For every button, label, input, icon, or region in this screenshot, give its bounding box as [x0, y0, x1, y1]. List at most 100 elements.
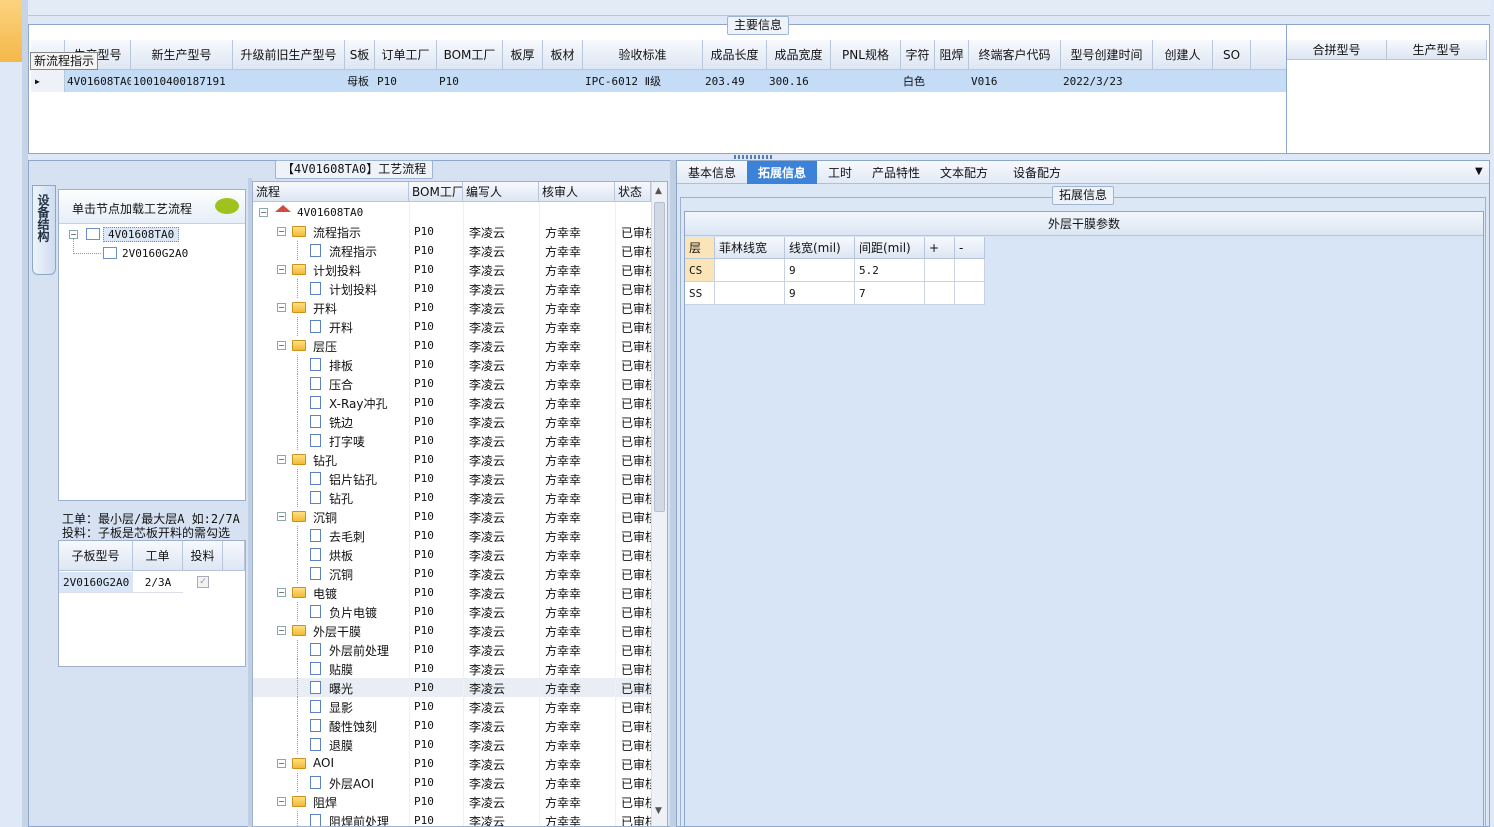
flow-row[interactable]: 计划投料 P10 李凌云 方幸幸 已审核 — [253, 279, 651, 298]
flow-row[interactable]: 退膜 P10 李凌云 方幸幸 已审核 — [253, 735, 651, 754]
flow-row[interactable]: − 开料 P10 李凌云 方幸幸 已审核 — [253, 298, 651, 317]
flow-row[interactable]: 烘板 P10 李凌云 方幸幸 已审核 — [253, 545, 651, 564]
param-cell[interactable]: 7 — [855, 282, 925, 305]
collapse-icon[interactable]: − — [277, 227, 286, 236]
flow-row[interactable]: X-Ray冲孔 P10 李凌云 方幸幸 已审核 — [253, 393, 651, 412]
col-header[interactable]: 验收标准 — [583, 40, 703, 70]
col-header[interactable]: 字符 — [901, 40, 935, 70]
flow-col-header[interactable]: 状态 — [615, 182, 651, 202]
feeding-checkbox[interactable]: ✓ — [197, 576, 209, 588]
flow-step-name[interactable]: 烘板 — [329, 547, 353, 564]
work-order-cell[interactable]: 2/3A — [133, 572, 183, 593]
flow-step-name[interactable]: 流程指示 — [329, 243, 377, 260]
scroll-down-icon[interactable]: ▼ — [655, 806, 662, 816]
col-sub-board[interactable]: 子板型号 — [59, 541, 133, 571]
flow-row[interactable]: 外层AOI P10 李凌云 方幸幸 已审核 — [253, 773, 651, 792]
row-cell[interactable] — [1213, 70, 1251, 92]
flow-row[interactable]: − 钻孔 P10 李凌云 方幸幸 已审核 — [253, 450, 651, 469]
flow-step-name[interactable]: 压合 — [329, 376, 353, 393]
flow-row[interactable]: 开料 P10 李凌云 方幸幸 已审核 — [253, 317, 651, 336]
flow-row[interactable]: 钻孔 P10 李凌云 方幸幸 已审核 — [253, 488, 651, 507]
row-cell[interactable]: 4V01608TA0 — [65, 70, 131, 92]
col-header[interactable]: 成品宽度 — [767, 40, 831, 70]
splitter-grip[interactable] — [734, 155, 774, 159]
flow-scrollbar[interactable]: ▲ ▼ — [651, 182, 667, 826]
node-checkbox-icon[interactable] — [103, 247, 117, 259]
flow-col-header[interactable]: 流程 — [253, 182, 409, 202]
row-cell[interactable] — [1153, 70, 1213, 92]
flow-row[interactable]: 贴膜 P10 李凌云 方幸幸 已审核 — [253, 659, 651, 678]
flow-step-name[interactable]: 酸性蚀刻 — [329, 718, 377, 735]
col-header[interactable]: 新生产型号 — [131, 40, 233, 70]
col-work-order[interactable]: 工单 — [133, 541, 183, 571]
param-cell[interactable]: 5.2 — [855, 259, 925, 282]
flow-step-name[interactable]: X-Ray冲孔 — [329, 395, 387, 412]
row-cell[interactable] — [935, 70, 969, 92]
flow-root-row[interactable]: − 4V01608TA0 — [253, 203, 651, 222]
tree-node-child[interactable]: 2V0160G2A0 — [122, 247, 188, 260]
flow-row[interactable]: 沉铜 P10 李凌云 方幸幸 已审核 — [253, 564, 651, 583]
row-cell[interactable]: IPC-6012 Ⅱ级 — [583, 70, 703, 92]
flow-step-name[interactable]: 外层AOI — [329, 775, 374, 792]
flow-row[interactable]: − 阻焊 P10 李凌云 方幸幸 已审核 — [253, 792, 651, 811]
flow-row[interactable]: 铝片钻孔 P10 李凌云 方幸幸 已审核 — [253, 469, 651, 488]
tab-0[interactable]: 基本信息 — [677, 161, 747, 184]
collapse-icon[interactable]: − — [277, 512, 286, 521]
param-cell[interactable] — [925, 282, 955, 305]
tree-node-root[interactable]: 4V01608TA0 — [103, 227, 180, 242]
flow-step-name[interactable]: 层压 — [313, 338, 337, 355]
flow-step-name[interactable]: 沉铜 — [313, 509, 337, 526]
flow-step-name[interactable]: 曝光 — [329, 680, 353, 697]
col-feeding[interactable]: 投料 — [183, 541, 223, 571]
col-header[interactable]: PNL规格 — [831, 40, 901, 70]
tab-dropdown-icon[interactable]: ▼ — [1475, 166, 1483, 177]
flow-step-name[interactable]: 铝片钻孔 — [329, 471, 377, 488]
flow-row[interactable]: 排板 P10 李凌云 方幸幸 已审核 — [253, 355, 651, 374]
col-header[interactable]: 板材 — [543, 40, 583, 70]
col-header[interactable]: 创建人 — [1153, 40, 1213, 70]
sub-board-cell[interactable]: 2V0160G2A0 — [59, 572, 133, 593]
param-cell[interactable]: 9 — [785, 259, 855, 282]
flow-step-name[interactable]: 贴膜 — [329, 661, 353, 678]
flow-step-name[interactable]: 流程指示 — [313, 224, 361, 241]
row-cell[interactable]: 2022/3/23 — [1061, 70, 1153, 92]
collapse-icon[interactable]: − — [277, 455, 286, 464]
collapse-icon[interactable]: − — [277, 588, 286, 597]
flow-row[interactable]: − AOI P10 李凌云 方幸幸 已审核 — [253, 754, 651, 773]
param-col-header[interactable]: - — [955, 237, 985, 259]
col-header[interactable]: 终端客户代码 — [969, 40, 1061, 70]
flow-step-name[interactable]: 排板 — [329, 357, 353, 374]
flow-step-name[interactable]: 阻焊前处理 — [329, 813, 389, 826]
flow-row[interactable]: 阻焊前处理 P10 李凌云 方幸幸 已审核 — [253, 811, 651, 826]
row-cell[interactable] — [503, 70, 543, 92]
flow-col-header[interactable]: BOM工厂 — [409, 182, 463, 202]
flow-row[interactable]: 去毛刺 P10 李凌云 方幸幸 已审核 — [253, 526, 651, 545]
flow-row[interactable]: − 沉铜 P10 李凌云 方幸幸 已审核 — [253, 507, 651, 526]
flow-step-name[interactable]: 沉铜 — [329, 566, 353, 583]
row-cell[interactable] — [233, 70, 345, 92]
col-header[interactable]: 板厚 — [503, 40, 543, 70]
tab-3[interactable]: 产品特性 — [863, 161, 929, 184]
row-cell[interactable]: P10 — [437, 70, 503, 92]
col-header[interactable]: 成品长度 — [703, 40, 767, 70]
collapse-icon[interactable]: − — [277, 626, 286, 635]
row-cell[interactable]: 203.49 — [703, 70, 767, 92]
node-checkbox-icon[interactable] — [86, 228, 100, 240]
flow-step-name[interactable]: 钻孔 — [313, 452, 337, 469]
flow-row[interactable]: 打字唛 P10 李凌云 方幸幸 已审核 — [253, 431, 651, 450]
flow-col-header[interactable]: 编写人 — [463, 182, 539, 202]
col-production-model[interactable]: 生产型号 — [1387, 40, 1487, 60]
scroll-thumb[interactable] — [654, 202, 665, 512]
param-cell[interactable] — [715, 282, 785, 305]
collapse-icon[interactable]: − — [277, 341, 286, 350]
flow-step-name[interactable]: 电镀 — [313, 585, 337, 602]
param-cell[interactable]: SS — [685, 282, 715, 305]
flow-row[interactable]: − 层压 P10 李凌云 方幸幸 已审核 — [253, 336, 651, 355]
flow-step-name[interactable]: 计划投料 — [329, 281, 377, 298]
col-header[interactable]: 升级前旧生产型号 — [233, 40, 345, 70]
flow-step-name[interactable]: 钻孔 — [329, 490, 353, 507]
flow-row[interactable]: 负片电镀 P10 李凌云 方幸幸 已审核 — [253, 602, 651, 621]
row-cell[interactable]: P10 — [375, 70, 437, 92]
flow-step-name[interactable]: 退膜 — [329, 737, 353, 754]
row-indicator-icon[interactable]: ▶ — [31, 70, 65, 92]
